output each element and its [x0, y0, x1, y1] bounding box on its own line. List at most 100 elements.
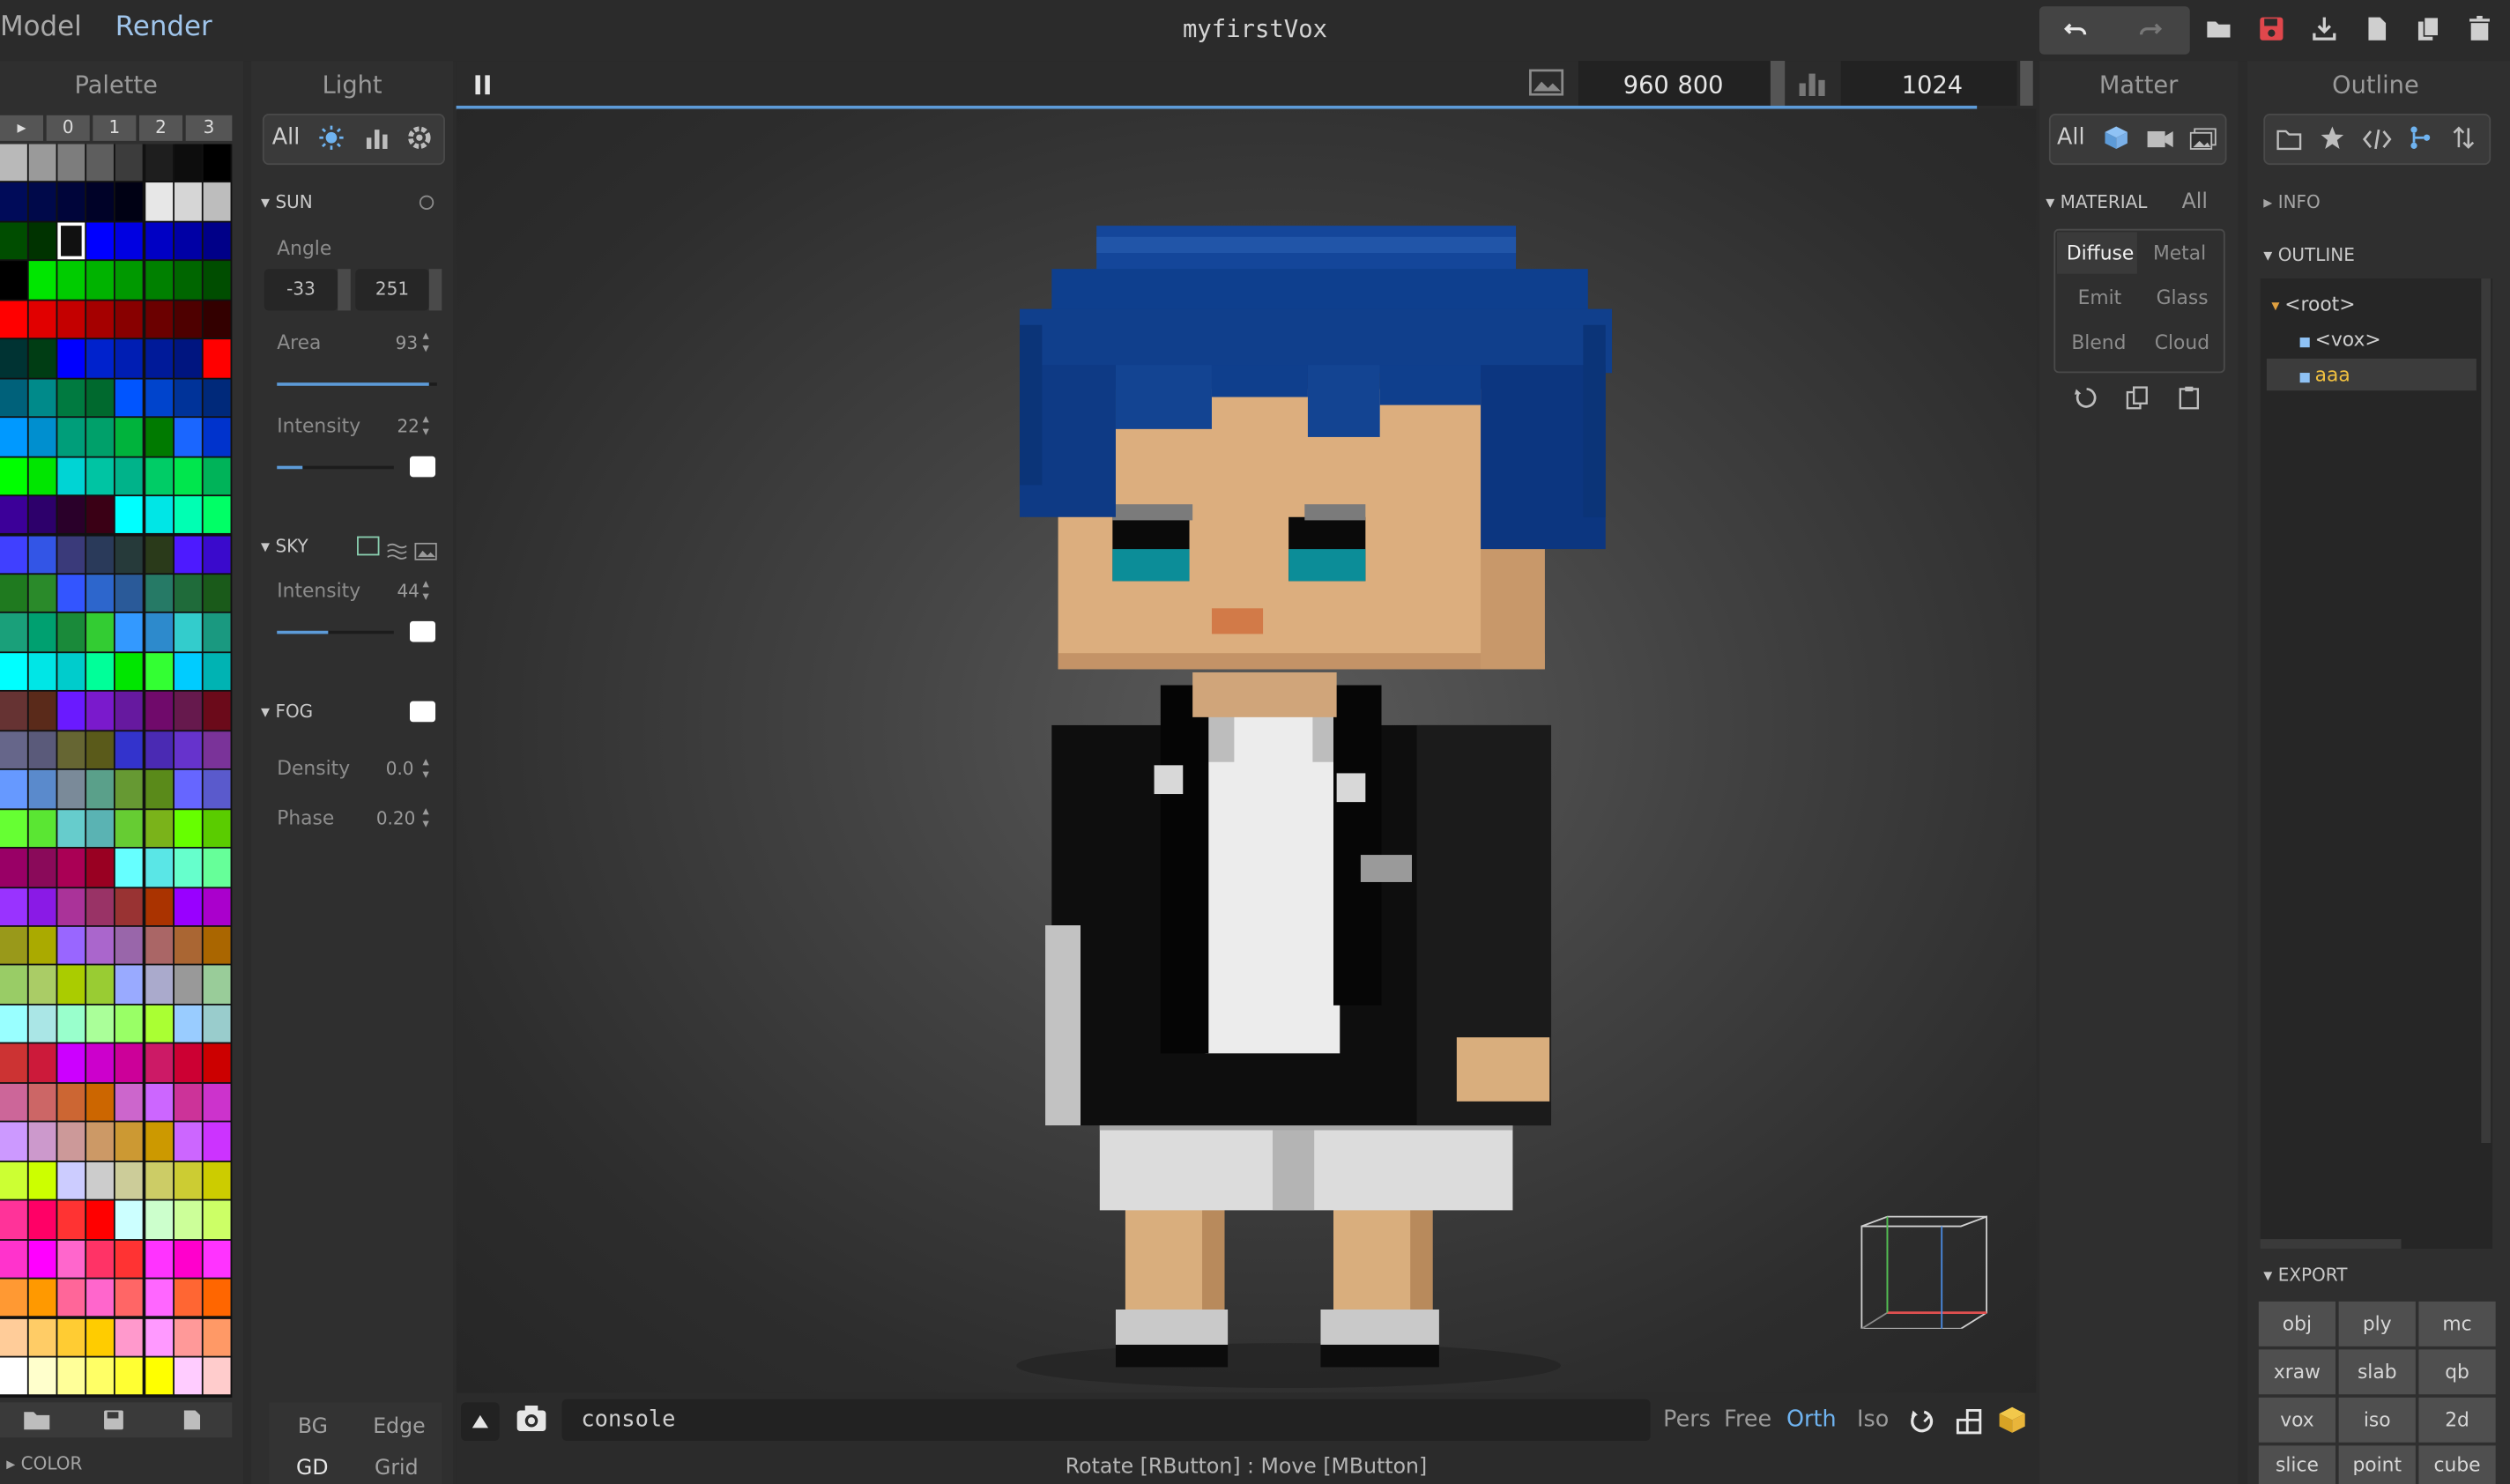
palette-tab-1[interactable]: 1: [93, 115, 137, 141]
palette-swatch[interactable]: [28, 1240, 56, 1278]
export-ply[interactable]: ply: [2338, 1301, 2416, 1347]
export-2d[interactable]: 2d: [2418, 1397, 2496, 1443]
outline-scrollbar-h[interactable]: [2260, 1239, 2402, 1249]
palette-swatch[interactable]: [0, 1083, 28, 1122]
palette-swatch[interactable]: [57, 770, 85, 808]
palette-swatch[interactable]: [0, 848, 28, 887]
folder-icon[interactable]: [22, 1407, 51, 1438]
palette-swatch[interactable]: [174, 926, 202, 965]
palette-swatch[interactable]: [115, 1200, 144, 1239]
export-xraw[interactable]: xraw: [2258, 1349, 2336, 1395]
palette-swatch[interactable]: [145, 809, 173, 848]
palette-swatch[interactable]: [203, 966, 231, 1004]
palette-swatch[interactable]: [115, 1279, 144, 1317]
camera-icon[interactable]: [2147, 127, 2174, 158]
palette-swatch[interactable]: [57, 301, 85, 338]
palette-swatch[interactable]: [145, 1161, 173, 1199]
palette-swatch[interactable]: [86, 1279, 115, 1317]
area-stepper[interactable]: ▴ ▾: [423, 329, 429, 355]
download-icon[interactable]: [2302, 6, 2347, 51]
image-icon[interactable]: [414, 537, 437, 568]
sky-intensity-value[interactable]: 44: [397, 581, 419, 602]
palette-swatch[interactable]: [203, 1279, 231, 1317]
palette-swatch[interactable]: [28, 770, 56, 808]
palette-swatch[interactable]: [86, 575, 115, 612]
palette-swatch[interactable]: [203, 378, 231, 417]
palette-swatch[interactable]: [145, 496, 173, 534]
undo-icon[interactable]: [2053, 6, 2098, 51]
palette-swatch[interactable]: [203, 1200, 231, 1239]
palette-swatch[interactable]: [145, 222, 173, 260]
tree-node-vox[interactable]: ■ <vox>: [2298, 328, 2380, 350]
palette-swatch[interactable]: [115, 378, 144, 417]
sun-angle-b-input[interactable]: 251: [355, 269, 429, 311]
palette-swatch[interactable]: [115, 496, 144, 534]
bar-chart-icon[interactable]: [1798, 69, 1827, 104]
palette-swatch[interactable]: [174, 1122, 202, 1161]
palette-swatch[interactable]: [28, 1005, 56, 1043]
palette-swatch[interactable]: [86, 535, 115, 574]
palette-swatch[interactable]: [57, 731, 85, 769]
palette-swatch[interactable]: [174, 378, 202, 417]
material-cloud[interactable]: Cloud: [2155, 331, 2209, 353]
palette-swatch[interactable]: [145, 339, 173, 378]
intensity-stepper[interactable]: ▴ ▾: [423, 412, 429, 439]
palette-swatch[interactable]: [203, 339, 231, 378]
palette-swatch[interactable]: [203, 770, 231, 808]
palette-swatch[interactable]: [86, 1317, 115, 1356]
palette-swatch[interactable]: [86, 966, 115, 1004]
palette-swatch[interactable]: [174, 496, 202, 534]
palette-swatch[interactable]: [115, 809, 144, 848]
new-file-icon[interactable]: [2355, 6, 2400, 51]
palette-swatch[interactable]: [28, 182, 56, 221]
fog-density-value[interactable]: 0.0: [386, 759, 414, 780]
pause-icon[interactable]: [474, 72, 494, 103]
palette-swatch[interactable]: [145, 378, 173, 417]
palette-swatch[interactable]: [174, 182, 202, 221]
sky-intensity-stepper[interactable]: ▴ ▾: [423, 577, 429, 604]
palette-swatch[interactable]: [57, 456, 85, 495]
palette-swatch[interactable]: [115, 652, 144, 691]
palette-swatch[interactable]: [86, 613, 115, 652]
palette-swatch[interactable]: [115, 339, 144, 378]
palette-swatch[interactable]: [0, 496, 28, 534]
palette-swatch[interactable]: [86, 926, 115, 965]
palette-swatch[interactable]: [28, 1083, 56, 1122]
palette-swatch[interactable]: [86, 496, 115, 534]
sky-section-label[interactable]: ▾ SKY: [261, 537, 308, 558]
outline-section-label[interactable]: ▾ OUTLINE: [2263, 245, 2355, 266]
palette-swatch[interactable]: [28, 144, 56, 182]
palette-swatch[interactable]: [145, 1200, 173, 1239]
image-icon[interactable]: [1529, 69, 1564, 102]
material-emit[interactable]: Emit: [2078, 286, 2122, 308]
palette-swatch[interactable]: [28, 692, 56, 730]
palette-swatch[interactable]: [203, 1083, 231, 1122]
palette-swatch[interactable]: [203, 848, 231, 887]
sun-intensity-value[interactable]: 22: [397, 416, 419, 437]
palette-swatch[interactable]: [145, 652, 173, 691]
palette-swatch[interactable]: [0, 144, 28, 182]
palette-swatch[interactable]: [0, 926, 28, 965]
palette-swatch-selected[interactable]: [57, 222, 85, 260]
palette-swatch[interactable]: [174, 1083, 202, 1122]
material-filter-all[interactable]: All: [2182, 190, 2208, 214]
palette-swatch[interactable]: [86, 1200, 115, 1239]
palette-swatch[interactable]: [174, 887, 202, 925]
tab-gd[interactable]: GD: [296, 1457, 328, 1480]
palette-swatch[interactable]: [174, 301, 202, 338]
axis-gizmo[interactable]: [1852, 1213, 1989, 1329]
palette-swatch[interactable]: [28, 378, 56, 417]
palette-swatch[interactable]: [57, 1240, 85, 1278]
palette-swatch[interactable]: [86, 456, 115, 495]
palette-swatch[interactable]: [86, 339, 115, 378]
palette-swatch[interactable]: [115, 887, 144, 925]
palette-swatch[interactable]: [115, 418, 144, 456]
save-icon[interactable]: [102, 1407, 124, 1438]
palette-swatch[interactable]: [28, 809, 56, 848]
palette-swatch[interactable]: [115, 1161, 144, 1199]
palette-swatch[interactable]: [145, 575, 173, 612]
paste-icon[interactable]: [2179, 386, 2200, 417]
palette-swatch[interactable]: [57, 613, 85, 652]
frame-icon[interactable]: [1955, 1407, 1984, 1443]
branch-icon[interactable]: [2410, 125, 2432, 157]
